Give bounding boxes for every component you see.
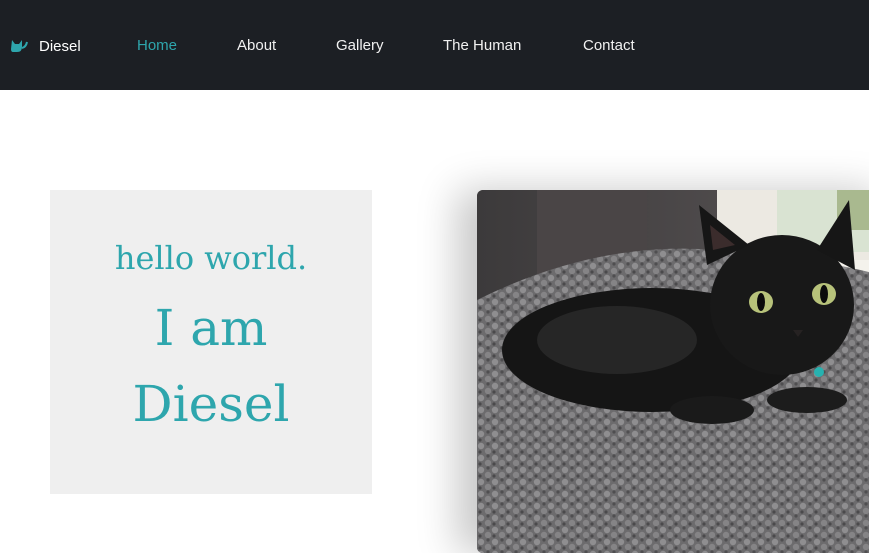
cat-photo <box>477 190 869 553</box>
brand-label: Diesel <box>39 37 81 55</box>
hero-card: hello world. I am Diesel <box>50 190 372 494</box>
cat-icon <box>10 38 28 54</box>
nav-link-gallery[interactable]: Gallery <box>336 36 384 56</box>
brand-link[interactable]: Diesel <box>10 36 81 56</box>
nav-link-home[interactable]: Home <box>137 36 177 56</box>
nav-link-about[interactable]: About <box>237 36 276 56</box>
hero-title-line-2: Diesel <box>132 375 290 433</box>
nav-link-contact[interactable]: Contact <box>583 36 635 56</box>
hero-title-line-1: I am <box>154 299 268 357</box>
hero-title: I am Diesel <box>50 290 372 442</box>
top-navbar: Diesel Home About Gallery The Human Cont… <box>0 0 869 90</box>
cat-photo-illustration <box>477 190 869 553</box>
hero-greeting: hello world. <box>114 239 308 277</box>
nav-link-the-human[interactable]: The Human <box>443 36 521 56</box>
